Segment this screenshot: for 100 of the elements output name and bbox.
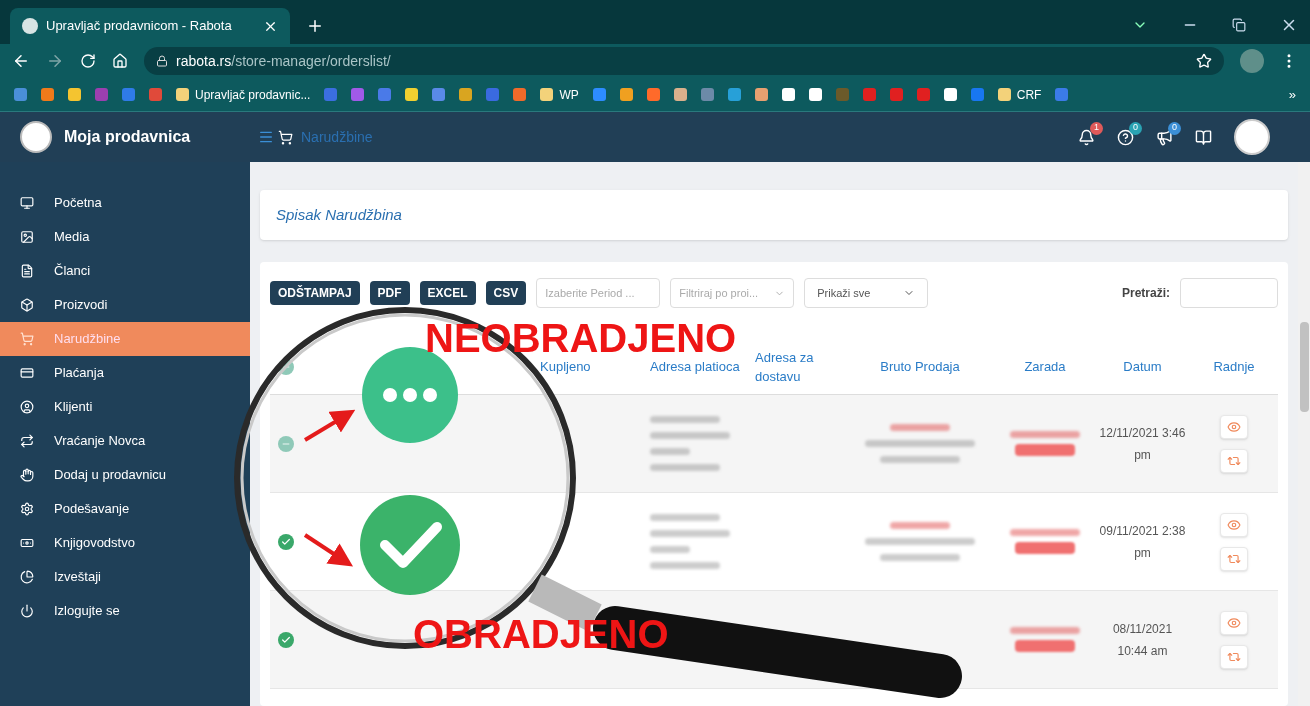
bookmark-icon[interactable] <box>808 88 822 101</box>
sidebar-item[interactable]: Članci <box>0 254 250 288</box>
star-icon[interactable] <box>1196 53 1212 69</box>
user-avatar[interactable] <box>1234 119 1270 155</box>
sidebar-item[interactable]: Izlogujte se <box>0 594 250 628</box>
box-icon <box>20 298 34 312</box>
sidebar-item[interactable]: Izveštaji <box>0 560 250 594</box>
blurred-text <box>650 416 720 423</box>
blurred-text <box>890 424 950 431</box>
export-button[interactable]: ODŠTAMPAJ <box>270 281 360 305</box>
credit-card-icon <box>20 366 34 380</box>
sidebar-item[interactable]: Vraćanje Novca <box>0 424 250 458</box>
logo-icon <box>20 121 52 153</box>
sidebar-item[interactable]: Plaćanja <box>0 356 250 390</box>
sidebar-item[interactable]: Knjigovodstvo <box>0 526 250 560</box>
sidebar-item[interactable]: Proizvodi <box>0 288 250 322</box>
blurred-text <box>1010 529 1080 536</box>
monitor-icon <box>20 196 34 210</box>
bookmark-icon[interactable] <box>405 88 419 101</box>
breadcrumb: Narudžbine <box>301 127 373 147</box>
column-header[interactable]: Bruto Prodaja <box>845 357 995 377</box>
column-header[interactable]: Datum <box>1095 357 1190 377</box>
export-button[interactable]: EXCEL <box>419 281 476 305</box>
bookmark-icon[interactable] <box>619 88 633 101</box>
status-tag <box>1015 640 1075 652</box>
column-header[interactable]: Adresa za dostavu <box>755 347 845 387</box>
search-label: Pretraži: <box>1121 285 1170 302</box>
more-bookmarks-button[interactable]: » <box>1288 84 1296 105</box>
reload-icon[interactable] <box>80 53 96 69</box>
show-filter-select[interactable]: Prikaži sve <box>804 278 929 308</box>
view-button[interactable] <box>1220 414 1248 439</box>
cart-icon <box>278 129 293 145</box>
refund-button[interactable] <box>1220 448 1248 473</box>
sidebar-item[interactable]: Početna <box>0 186 250 220</box>
new-tab-icon[interactable] <box>306 17 324 35</box>
book-icon[interactable] <box>1195 128 1212 146</box>
sidebar-item[interactable]: Klijenti <box>0 390 250 424</box>
blurred-text <box>890 522 950 529</box>
sidebar-item[interactable]: Dodaj u prodavnicu <box>0 458 250 492</box>
address-field[interactable]: rabota.rs/store-manager/orderslist/ <box>144 47 1224 75</box>
help-icon[interactable] <box>1117 128 1134 146</box>
bookmark-icon[interactable] <box>754 88 768 101</box>
bookmark-icon[interactable] <box>943 88 957 101</box>
forward-icon[interactable] <box>46 52 64 70</box>
column-header[interactable]: Radnje <box>1190 357 1278 377</box>
eye-icon <box>1227 615 1241 630</box>
status-tag <box>1015 444 1075 456</box>
blurred-text <box>650 562 720 569</box>
bookmark-icon[interactable] <box>781 88 795 101</box>
page-title: Spisak Narudžbina <box>276 204 402 225</box>
search-field[interactable] <box>1180 278 1278 308</box>
blurred-text <box>650 448 690 455</box>
blurred-text <box>1010 431 1080 438</box>
sidebar-item[interactable]: Podešavanje <box>0 492 250 526</box>
order-date: 09/11/2021 2:38 pm <box>1098 522 1187 562</box>
blurred-text <box>650 514 720 521</box>
gear-icon <box>20 502 34 516</box>
column-header[interactable]: Adresa platioca <box>650 357 755 377</box>
count-badge: 0 <box>1129 121 1142 135</box>
count-badge: 0 <box>1168 121 1181 135</box>
brand-name: Moja prodavnica <box>64 127 191 147</box>
column-header[interactable]: Kupljeno <box>540 357 650 377</box>
banknote-icon <box>20 536 34 550</box>
refund-button[interactable] <box>1220 644 1248 669</box>
eye-icon <box>1227 517 1241 532</box>
cart-icon <box>20 332 34 346</box>
refund-button[interactable] <box>1220 546 1248 571</box>
eye-icon <box>1227 419 1241 434</box>
view-button[interactable] <box>1220 610 1248 635</box>
order-date: 12/11/2021 3:46 pm <box>1098 424 1187 464</box>
period-field[interactable]: Izaberite Period ... <box>536 278 661 308</box>
back-icon[interactable] <box>12 52 30 70</box>
export-button[interactable]: PDF <box>369 281 410 305</box>
blurred-text <box>650 464 720 471</box>
arrow <box>303 409 356 442</box>
export-button[interactable]: CSV <box>485 281 527 305</box>
power-icon <box>20 604 34 618</box>
sidebar-item[interactable]: Media <box>0 220 250 254</box>
browser-tab[interactable]: Upravljač prodavnicom - Rabota <box>10 8 290 44</box>
arrow <box>303 533 354 567</box>
site-logo-icon <box>22 18 38 34</box>
image-icon <box>20 230 34 244</box>
view-button[interactable] <box>1220 512 1248 537</box>
bookmark-link[interactable]: CRF <box>997 85 1042 104</box>
blurred-text <box>1010 627 1080 634</box>
bell-icon[interactable] <box>1078 128 1095 146</box>
bookmark-icon[interactable] <box>673 88 687 101</box>
bookmark-icon[interactable] <box>459 88 473 101</box>
scrollbar[interactable] <box>1298 162 1310 706</box>
restore-icon[interactable] <box>1232 18 1246 32</box>
repeat-icon <box>20 434 34 448</box>
column-header[interactable]: Zarada <box>995 357 1095 377</box>
lock-icon <box>156 55 168 67</box>
profile-avatar[interactable] <box>1240 49 1264 73</box>
status-tag <box>1015 542 1075 554</box>
bookmark-link[interactable]: WP <box>540 85 579 104</box>
bookmark-link[interactable]: Upravljač prodavnic... <box>176 85 311 104</box>
home-icon[interactable] <box>112 53 128 69</box>
user-icon <box>20 400 34 414</box>
menu-icon[interactable] <box>258 129 274 145</box>
